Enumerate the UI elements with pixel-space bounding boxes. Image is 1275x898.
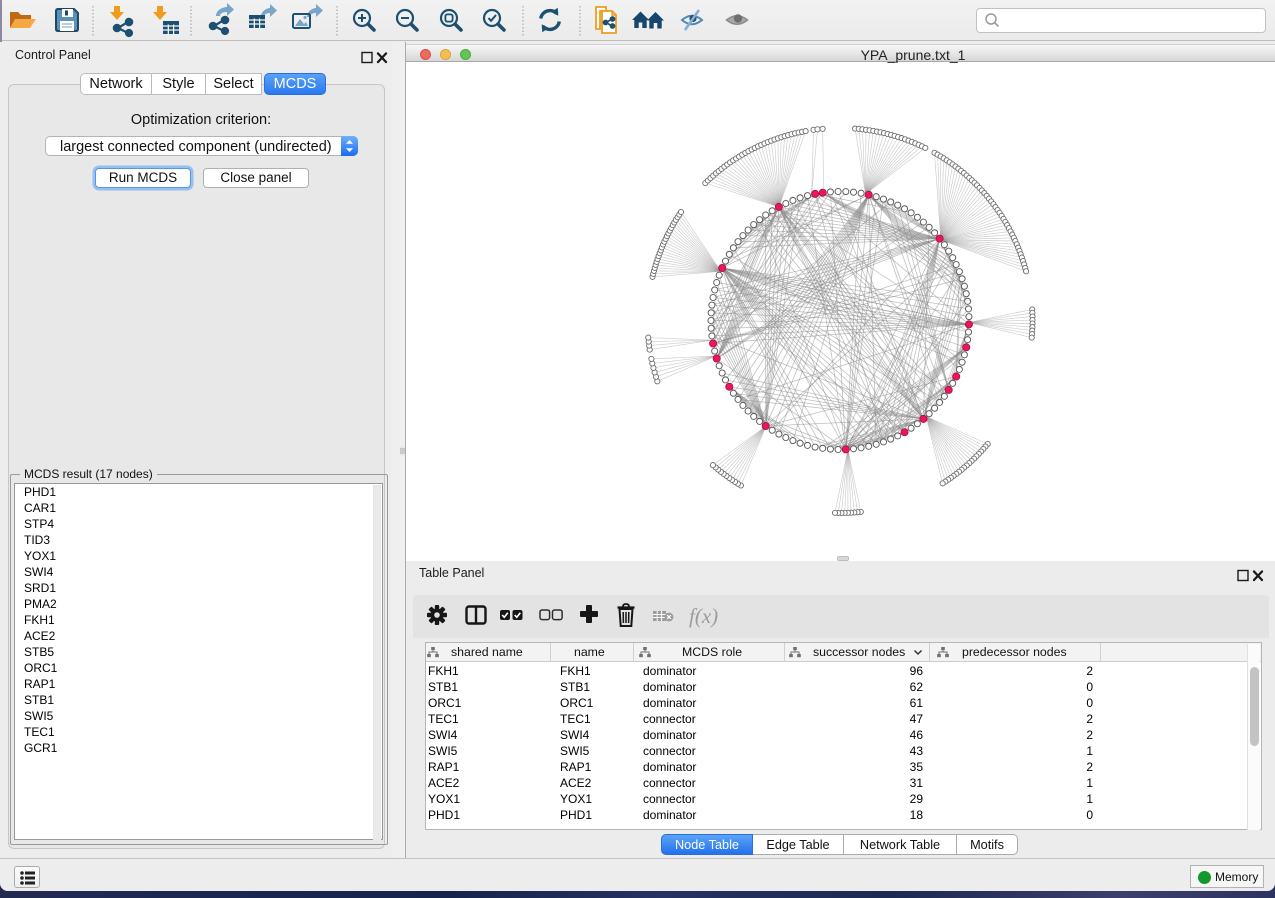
svg-text:f(x): f(x) — [689, 604, 718, 628]
